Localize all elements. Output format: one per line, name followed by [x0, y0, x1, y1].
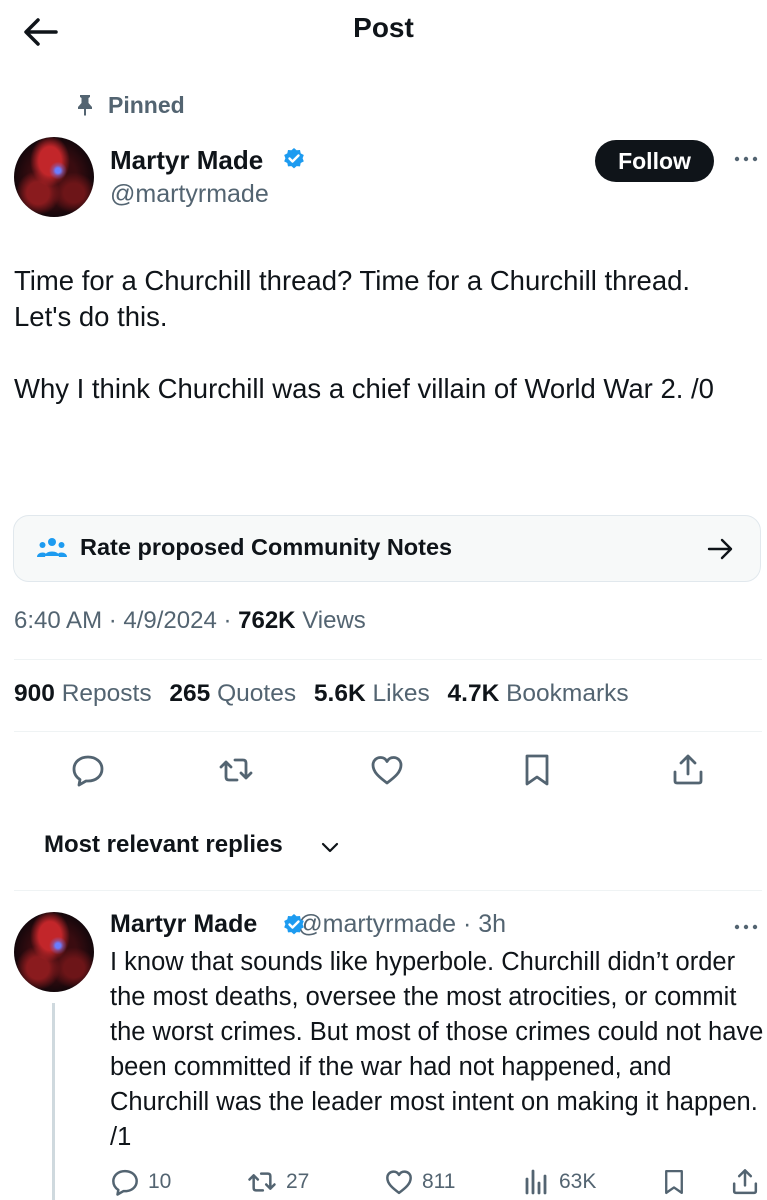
reply-button[interactable] — [70, 752, 106, 788]
bookmark-button[interactable] — [519, 752, 555, 788]
divider — [14, 890, 762, 891]
arrow-right-icon — [706, 537, 734, 561]
community-notes-button[interactable]: Rate proposed Community Notes — [13, 515, 761, 582]
bookmarks-stat[interactable]: 4.7K Bookmarks — [448, 680, 629, 707]
pinned-label: Pinned — [108, 92, 185, 118]
views-chart-icon — [525, 1169, 547, 1195]
thread-line — [52, 1003, 55, 1200]
page-title: Post — [353, 12, 414, 43]
reply-author-handle[interactable]: @martyrmade — [297, 910, 456, 938]
reply-replies-count: 10 — [148, 1170, 172, 1193]
reply-share-button[interactable] — [730, 1166, 767, 1198]
reply-views-count: 63K — [559, 1170, 597, 1193]
bookmark-icon — [665, 1169, 683, 1195]
reposts-stat[interactable]: 900 Reposts — [14, 680, 152, 707]
avatar[interactable] — [14, 137, 94, 217]
likes-stat[interactable]: 5.6K Likes — [314, 680, 430, 707]
post-meta: 6:40 AM · 4/9/2024 · 762K Views — [14, 607, 366, 634]
reply-header: Martyr Made @martyrmade · 3h — [110, 910, 507, 938]
quotes-stat[interactable]: 265 Quotes — [169, 680, 296, 707]
reply-icon — [72, 755, 104, 787]
reply-bookmark-button[interactable] — [660, 1166, 696, 1198]
more-options-icon[interactable] — [730, 150, 762, 168]
follow-button[interactable]: Follow — [595, 140, 714, 182]
reply-avatar[interactable] — [14, 912, 94, 992]
reply-text: I know that sounds like hyperbole. Churc… — [110, 948, 764, 1151]
share-icon — [673, 754, 703, 785]
share-icon — [732, 1169, 758, 1195]
community-notes-label: Rate proposed Community Notes — [80, 534, 453, 560]
reply-icon — [112, 1169, 138, 1196]
post-date: 4/9/2024 — [123, 607, 217, 634]
people-icon — [36, 536, 68, 560]
divider — [14, 731, 762, 732]
views-label: Views — [302, 607, 366, 634]
author-handle[interactable]: @martyrmade — [110, 180, 269, 209]
engagement-stats: 900 Reposts 265 Quotes 5.6K Likes 4.7K B… — [14, 680, 640, 708]
reply-views-button[interactable]: 63K — [523, 1166, 596, 1198]
reply-repost-button[interactable]: 27 — [246, 1166, 309, 1198]
divider — [14, 659, 762, 660]
replies-sort-dropdown[interactable]: Most relevant replies — [44, 831, 283, 859]
repost-icon — [219, 758, 253, 782]
like-button[interactable] — [369, 752, 405, 788]
reply-more-options-icon[interactable] — [730, 918, 762, 936]
repost-button[interactable] — [218, 752, 254, 788]
repost-icon — [248, 1172, 276, 1192]
chevron-down-icon[interactable] — [320, 840, 340, 854]
reply-reposts-count: 27 — [286, 1170, 310, 1193]
reply-time[interactable]: 3h — [478, 910, 506, 938]
heart-icon — [371, 756, 403, 785]
reply-author-name[interactable]: Martyr Made — [110, 910, 257, 938]
post-paragraph-2: Why I think Churchill was a chief villai… — [14, 373, 714, 404]
verified-badge-icon — [282, 913, 306, 937]
bookmark-icon — [525, 754, 549, 786]
post-paragraph-1: Time for a Churchill thread? Time for a … — [14, 265, 691, 332]
author-name[interactable]: Martyr Made — [110, 145, 263, 176]
pin-icon — [75, 94, 95, 116]
reply-like-button[interactable]: 811 — [384, 1166, 455, 1198]
heart-icon — [386, 1170, 412, 1195]
views-count: 762K — [238, 607, 296, 634]
reply-reply-button[interactable]: 10 — [110, 1166, 171, 1198]
reply-likes-count: 811 — [422, 1170, 456, 1193]
post-time: 6:40 AM — [14, 607, 103, 634]
verified-badge-icon — [282, 147, 306, 171]
post-text: Time for a Churchill thread? Time for a … — [14, 263, 754, 407]
share-button[interactable] — [670, 752, 706, 788]
